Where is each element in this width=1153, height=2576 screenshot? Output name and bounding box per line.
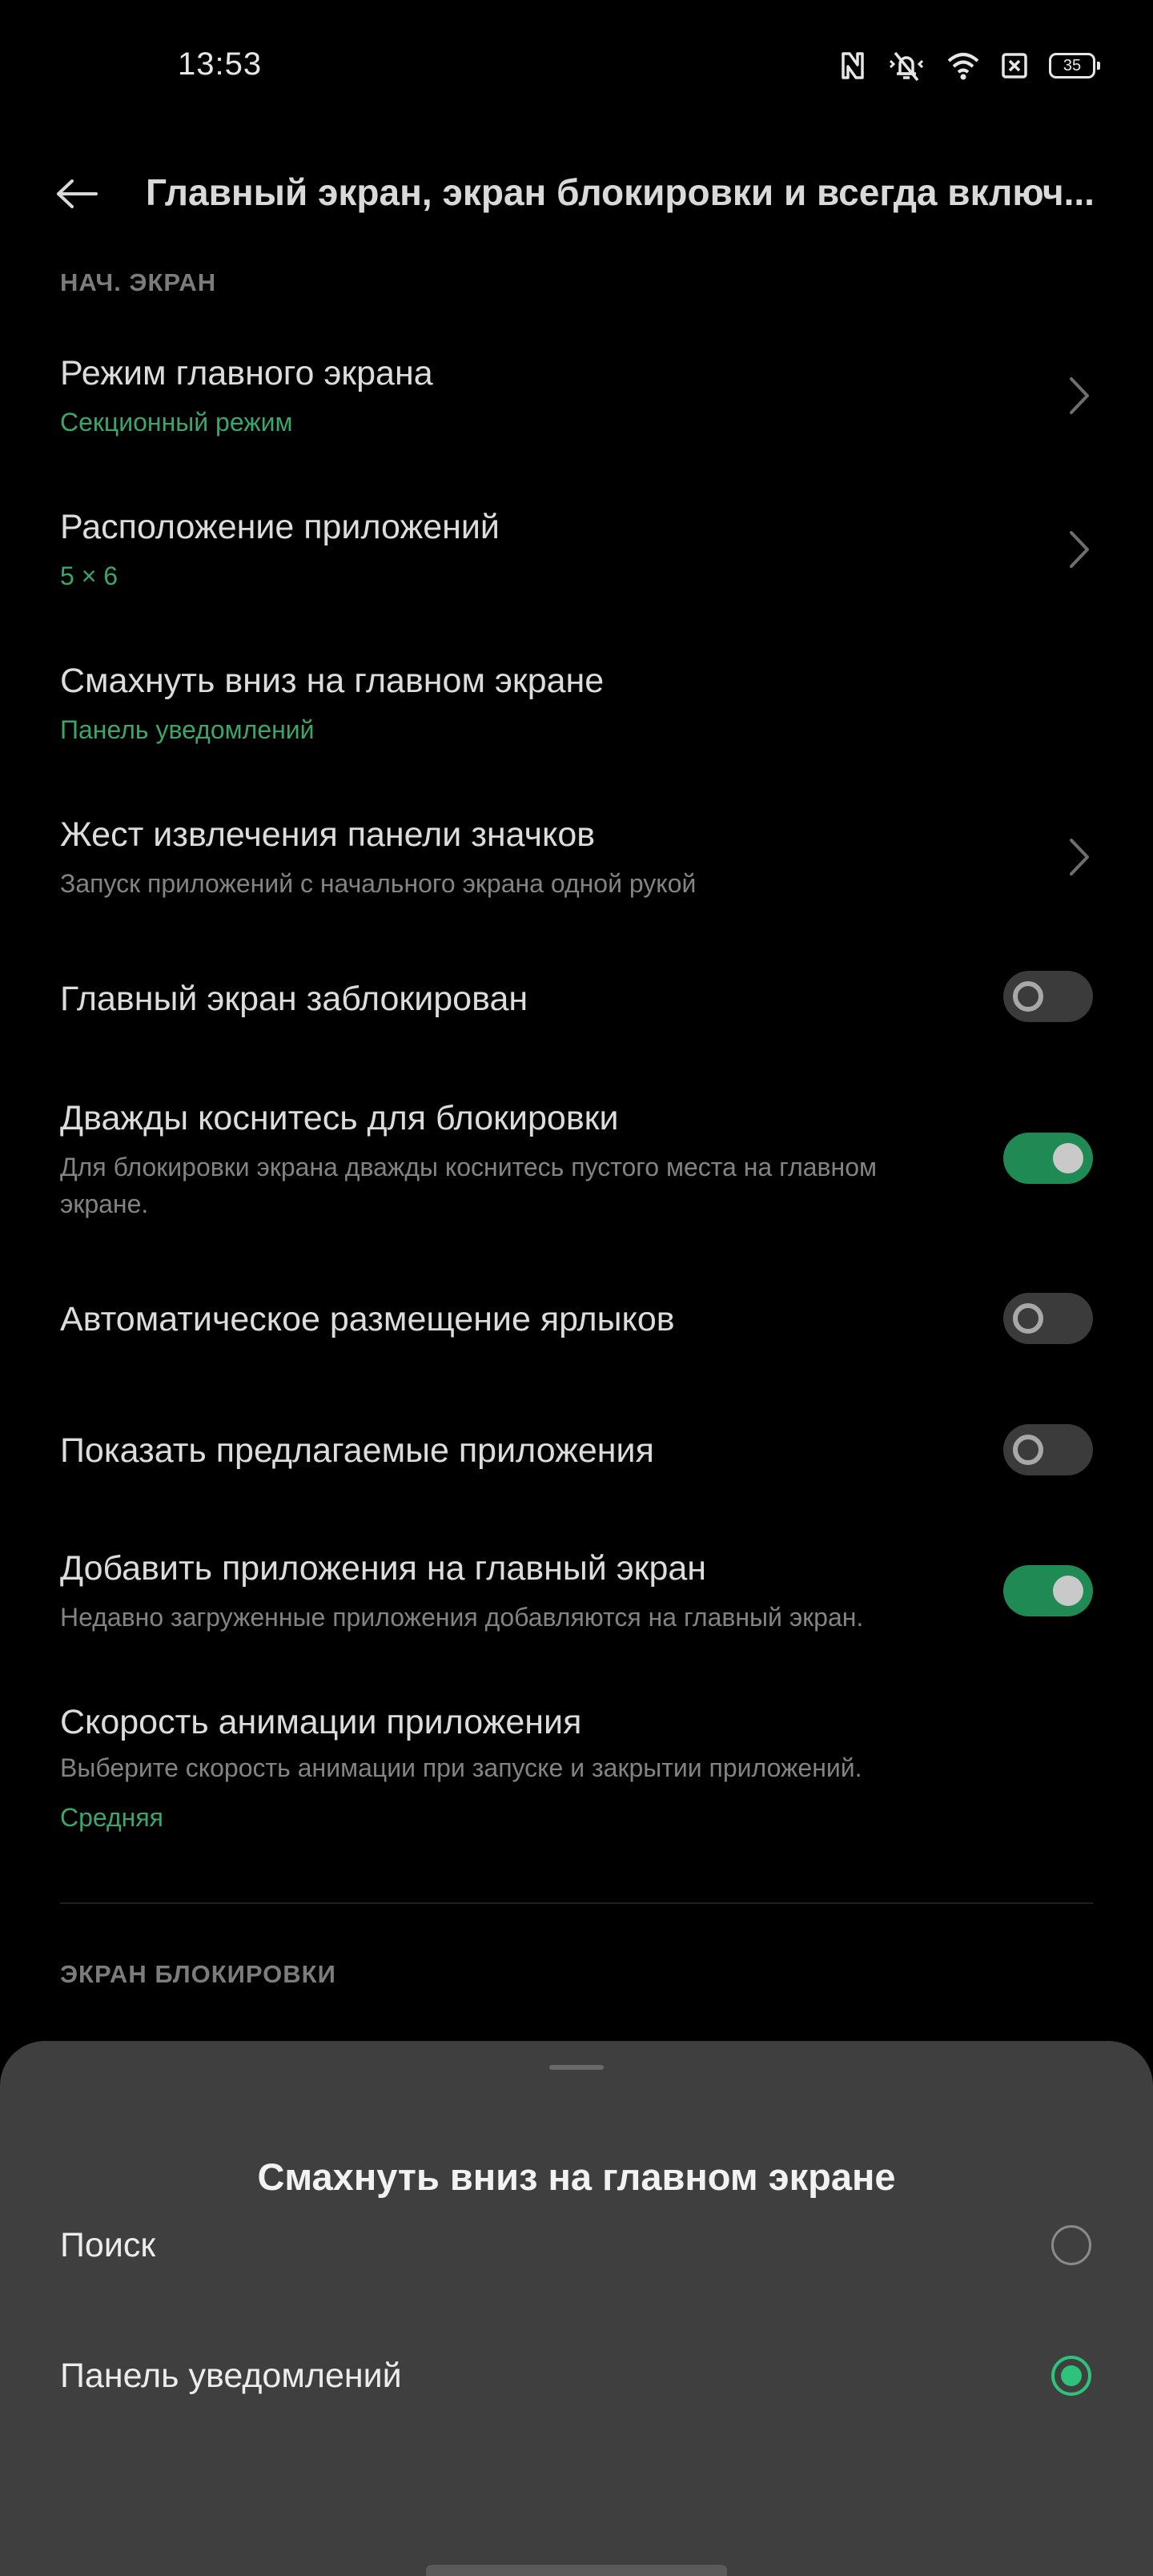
sim-error-icon <box>1001 52 1028 79</box>
home-indicator[interactable] <box>426 2565 727 2576</box>
setting-title: Главный экран заблокирован <box>60 980 528 1018</box>
double-tap-lock-toggle[interactable] <box>1003 1133 1093 1184</box>
setting-subtitle: Выберите скорость анимации при запуске и… <box>60 1753 862 1782</box>
setting-title: Дважды коснитесь для блокировки <box>60 1099 619 1137</box>
setting-title: Жест извлечения панели значков <box>60 815 596 854</box>
setting-add-to-home: Добавить приложения на главный экран Нед… <box>0 1532 1153 1668</box>
battery-icon: 35 <box>1049 53 1100 78</box>
setting-title: Смахнуть вниз на главном экране <box>60 662 605 700</box>
silent-icon <box>887 50 926 82</box>
sheet-drag-handle[interactable] <box>549 2065 604 2070</box>
setting-value: 5 × 6 <box>60 561 119 590</box>
setting-title: Показать предлагаемые приложения <box>60 1431 654 1470</box>
setting-suggested-apps: Показать предлагаемые приложения <box>0 1403 1153 1499</box>
back-button[interactable] <box>45 163 109 227</box>
setting-auto-shortcuts: Автоматическое размещение ярлыков <box>0 1272 1153 1368</box>
auto-shortcuts-toggle[interactable] <box>1003 1293 1093 1344</box>
setting-title: Режим главного экрана <box>60 354 433 392</box>
setting-subtitle: Запуск приложений с начального экрана од… <box>60 869 697 898</box>
setting-title: Автоматическое размещение ярлыков <box>60 1300 675 1338</box>
section-header-lock: ЭКРАН БЛОКИРОВКИ <box>60 1960 336 1988</box>
bottom-sheet: Смахнуть вниз на главном экране Поиск Па… <box>0 2041 1153 2576</box>
suggested-apps-toggle[interactable] <box>1003 1424 1093 1475</box>
setting-value: Панель уведомлений <box>60 715 315 744</box>
divider <box>60 1902 1093 1904</box>
setting-title: Добавить приложения на главный экран <box>60 1549 707 1588</box>
wifi-icon <box>946 51 980 80</box>
chevron-right-icon <box>1063 525 1095 574</box>
radio-button[interactable] <box>1051 2225 1091 2265</box>
setting-animation-speed[interactable]: Скорость анимации приложения Выберите ск… <box>0 1685 1153 1854</box>
setting-home-locked: Главный экран заблокирован <box>0 952 1153 1048</box>
add-to-home-toggle[interactable] <box>1003 1565 1093 1616</box>
status-bar: 13:53 35 <box>0 0 1153 136</box>
option-label: Панель уведомлений <box>60 2357 402 2395</box>
arrow-left-icon <box>54 178 99 214</box>
setting-home-mode[interactable]: Режим главного экрана Секционный режим <box>0 336 1153 473</box>
setting-double-tap-lock: Дважды коснитесь для блокировки Для блок… <box>0 1075 1153 1235</box>
status-icons: 35 <box>839 45 1100 87</box>
setting-icon-panel-gesture[interactable]: Жест извлечения панели значков Запуск пр… <box>0 798 1153 934</box>
setting-app-layout[interactable]: Расположение приложений 5 × 6 <box>0 490 1153 626</box>
sheet-option-search[interactable]: Поиск <box>0 2185 1153 2305</box>
section-header-home: НАЧ. ЭКРАН <box>60 268 217 296</box>
setting-value: Средняя <box>60 1803 163 1832</box>
home-locked-toggle[interactable] <box>1003 971 1093 1022</box>
setting-title: Расположение приложений <box>60 508 500 546</box>
setting-value: Секционный режим <box>60 408 293 437</box>
setting-title: Скорость анимации приложения <box>60 1703 582 1741</box>
chevron-right-icon <box>1063 833 1095 881</box>
option-label: Поиск <box>60 2226 156 2264</box>
chevron-right-icon <box>1063 372 1095 420</box>
nfc-icon <box>839 51 866 80</box>
sheet-option-notification-panel[interactable]: Панель уведомлений <box>0 2316 1153 2436</box>
status-time: 13:53 <box>178 46 263 82</box>
setting-subtitle: Недавно загруженные приложения добавляют… <box>60 1603 864 1632</box>
radio-button-selected[interactable] <box>1051 2356 1091 2396</box>
setting-swipe-down[interactable]: Смахнуть вниз на главном экране Панель у… <box>0 644 1153 780</box>
setting-subtitle: Для блокировки экрана дважды коснитесь п… <box>60 1153 877 1218</box>
app-bar: Главный экран, экран блокировки и всегда… <box>0 136 1153 248</box>
page-title: Главный экран, экран блокировки и всегда… <box>146 171 1095 213</box>
